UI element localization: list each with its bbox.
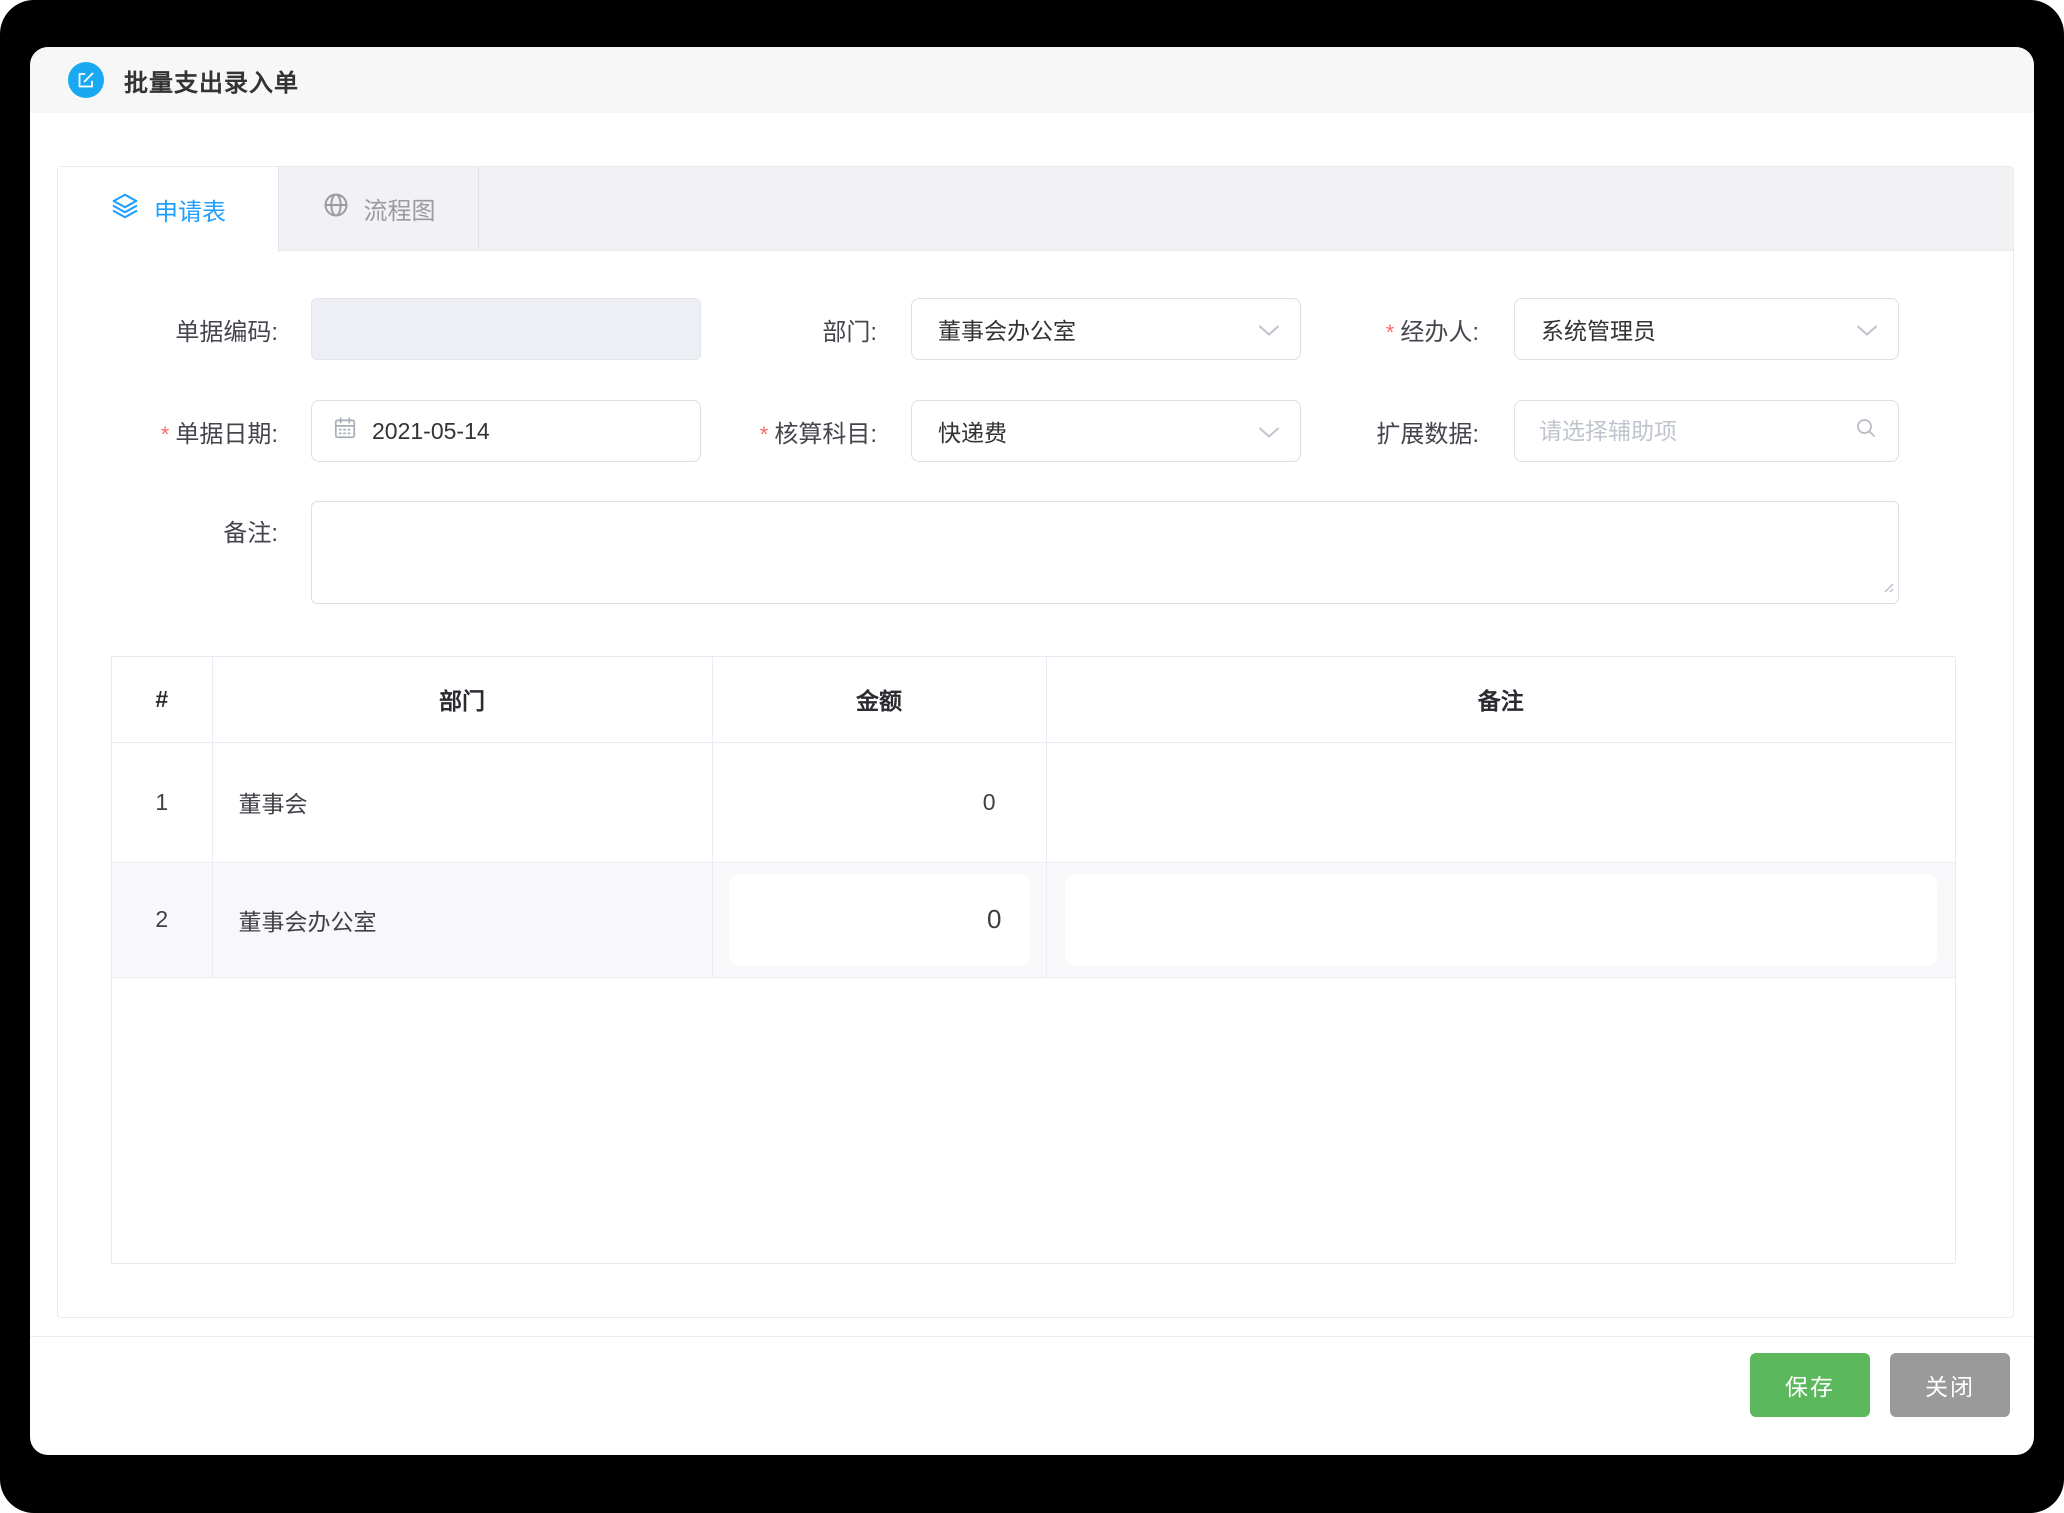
doc-code-input[interactable]	[311, 298, 701, 360]
form-panel: 申请表 流程图 单据编码: 部门: 董事会办公室	[57, 166, 2014, 1318]
table-row[interactable]: 2 董事会办公室 0	[112, 862, 1955, 977]
remark-input[interactable]	[1065, 874, 1938, 966]
row-remark-cell	[1046, 862, 1955, 977]
subject-value: 快递费	[938, 414, 1007, 448]
chevron-down-icon	[1856, 316, 1878, 343]
col-header-remark: 备注	[1046, 657, 1955, 742]
amount-input[interactable]: 0	[729, 874, 1030, 966]
required-mark: *	[161, 422, 170, 447]
ext-data-label: 扩展数据:	[1301, 414, 1479, 449]
handler-value: 系统管理员	[1541, 312, 1656, 346]
handler-label: *经办人:	[1301, 312, 1479, 347]
tab-application-form[interactable]: 申请表	[58, 167, 279, 252]
row-amount-cell: 0	[712, 862, 1046, 977]
tab-label: 流程图	[364, 191, 436, 226]
department-select[interactable]: 董事会办公室	[911, 298, 1301, 360]
search-icon[interactable]	[1854, 416, 1878, 446]
tab-label: 申请表	[154, 192, 226, 227]
layers-icon	[110, 191, 140, 228]
ext-data-field	[1514, 400, 1899, 462]
application-form: 单据编码: 部门: 董事会办公室 *经办人: 系统管理员	[58, 251, 2013, 1264]
row-department: 董事会办公室	[212, 862, 712, 977]
remark-field	[311, 501, 1899, 604]
remark-label: 备注:	[58, 519, 278, 549]
close-button[interactable]: 关闭	[1890, 1353, 2010, 1417]
required-mark: *	[1386, 320, 1395, 345]
subject-label: *核算科目:	[701, 414, 877, 449]
col-header-index: #	[112, 657, 212, 742]
department-value: 董事会办公室	[938, 312, 1076, 346]
form-row-2: *单据日期: 2021-05-14 *核算科目: 快递费	[58, 399, 2013, 463]
tab-bar: 申请表 流程图	[58, 167, 2013, 251]
chevron-down-icon	[1258, 316, 1280, 343]
table-row[interactable]: 1 董事会 0	[112, 742, 1955, 862]
detail-table-container: # 部门 金额 备注 1 董事会 0	[111, 656, 1956, 1264]
remark-textarea[interactable]	[311, 501, 1899, 604]
chevron-down-icon	[1258, 418, 1280, 445]
globe-icon	[322, 191, 350, 226]
tab-flow-chart[interactable]: 流程图	[279, 167, 479, 250]
dialog-title: 批量支出录入单	[124, 63, 299, 98]
doc-date-picker[interactable]: 2021-05-14	[311, 400, 701, 462]
form-row-3: 备注:	[58, 501, 2013, 604]
subject-select[interactable]: 快递费	[911, 400, 1301, 462]
save-button[interactable]: 保存	[1750, 1353, 1870, 1417]
department-label: 部门:	[701, 312, 877, 347]
table-header-row: # 部门 金额 备注	[112, 657, 1955, 742]
row-department: 董事会	[212, 742, 712, 862]
col-header-amount: 金额	[712, 657, 1046, 742]
ext-data-input[interactable]	[1539, 418, 1846, 445]
dialog-header: 批量支出录入单	[30, 47, 2034, 113]
doc-date-label: *单据日期:	[58, 414, 278, 449]
doc-code-label: 单据编码:	[58, 312, 278, 347]
row-amount[interactable]: 0	[712, 742, 1046, 862]
row-remark[interactable]	[1046, 742, 1955, 862]
doc-date-value: 2021-05-14	[372, 418, 490, 445]
dialog-footer: 保存 关闭	[30, 1336, 2034, 1417]
row-index: 2	[112, 862, 212, 977]
edit-icon	[68, 62, 104, 98]
col-header-department: 部门	[212, 657, 712, 742]
detail-table: # 部门 金额 备注 1 董事会 0	[112, 657, 1955, 978]
required-mark: *	[760, 422, 769, 447]
calendar-icon	[332, 415, 358, 447]
row-index: 1	[112, 742, 212, 862]
form-row-1: 单据编码: 部门: 董事会办公室 *经办人: 系统管理员	[58, 297, 2013, 361]
handler-select[interactable]: 系统管理员	[1514, 298, 1899, 360]
batch-expense-dialog: 批量支出录入单 申请表	[30, 47, 2034, 1455]
